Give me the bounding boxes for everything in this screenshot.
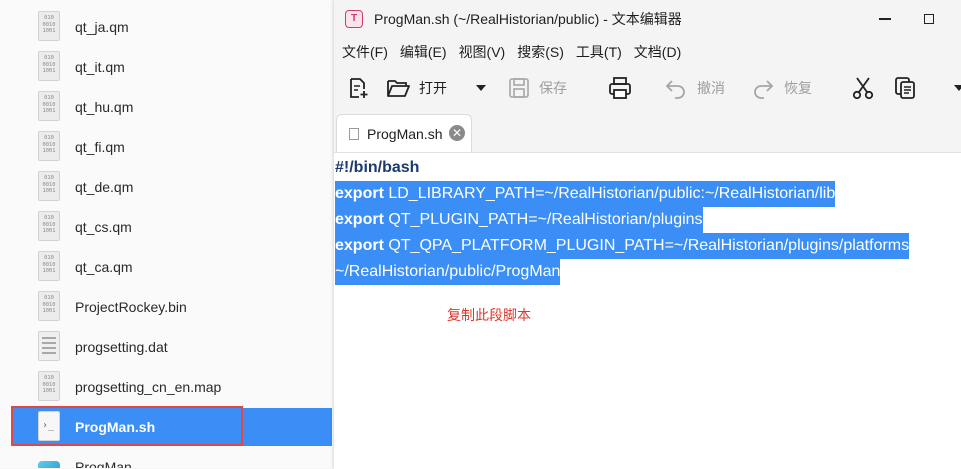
save-label: 保存	[539, 80, 567, 96]
file-name: qt_cs.qm	[75, 219, 132, 235]
dropdown-arrow-icon	[476, 85, 486, 91]
print-button[interactable]	[608, 74, 632, 102]
file-name: qt_de.qm	[75, 179, 134, 195]
copy-icon	[895, 77, 915, 99]
file-item-projectrockey-bin[interactable]: 010 0010 1001 ProjectRockey.bin	[12, 288, 332, 326]
menu-bar: 文件(F) 编辑(E) 视图(V) 搜索(S) 工具(T) 文档(D)	[334, 38, 961, 66]
menu-edit[interactable]: 编辑(E)	[396, 42, 451, 62]
undo-button[interactable]: 撤消	[664, 74, 725, 102]
binary-file-icon: 010 0010 1001	[38, 371, 60, 401]
maximize-icon	[924, 14, 934, 24]
file-item-qt-ja[interactable]: 010 0010 1001 qt_ja.qm	[12, 8, 332, 46]
code-text: ~/RealHistorian/public/ProgMan	[335, 263, 561, 280]
minimize-button[interactable]	[865, 0, 905, 38]
new-document-button[interactable]	[346, 74, 370, 102]
file-name: qt_it.qm	[75, 59, 125, 75]
dropdown-arrow-icon	[954, 85, 961, 91]
code-text: QT_PLUGIN_PATH=~/RealHistorian/plugins	[383, 211, 703, 228]
title-bar[interactable]: T ProgMan.sh (~/RealHistorian/public) - …	[334, 0, 961, 38]
code-line-5: ~/RealHistorian/public/ProgMan	[335, 259, 561, 285]
text-editor-app-icon: T	[345, 10, 363, 28]
file-name: ProgMan	[75, 459, 132, 468]
file-name: progsetting.dat	[75, 339, 168, 355]
minimize-icon	[879, 18, 891, 20]
save-icon	[509, 78, 529, 98]
file-name: progsetting_cn_en.map	[75, 379, 222, 395]
undo-label: 撤消	[697, 80, 725, 96]
file-name: qt_ca.qm	[75, 259, 133, 275]
file-name: qt_hu.qm	[75, 99, 134, 115]
binary-file-icon: 010 0010 1001	[38, 131, 60, 161]
file-name: ProgMan.sh	[75, 419, 156, 435]
file-name: qt_fi.qm	[75, 139, 125, 155]
overflow-menu-button[interactable]	[954, 74, 961, 102]
code-line-4: export QT_QPA_PLATFORM_PLUGIN_PATH=~/Rea…	[335, 233, 910, 259]
redo-button[interactable]: 恢复	[751, 74, 812, 102]
file-item-qt-cs[interactable]: 010 0010 1001 qt_cs.qm	[12, 208, 332, 246]
file-item-progman-sh[interactable]: ProgMan.sh	[12, 408, 332, 446]
application-icon	[38, 461, 60, 468]
tab-bar: ProgMan.sh ✕	[334, 110, 961, 153]
file-item-progsetting-map[interactable]: 010 0010 1001 progsetting_cn_en.map	[12, 368, 332, 406]
binary-file-icon: 010 0010 1001	[38, 11, 60, 41]
redo-icon	[754, 80, 774, 99]
menu-view[interactable]: 视图(V)	[455, 42, 510, 62]
close-tab-icon[interactable]: ✕	[449, 125, 465, 141]
redo-label: 恢复	[784, 80, 812, 96]
code-text: QT_QPA_PLATFORM_PLUGIN_PATH=~/RealHistor…	[383, 237, 910, 254]
file-item-qt-hu[interactable]: 010 0010 1001 qt_hu.qm	[12, 88, 332, 126]
annotation-note: 复制此段脚本	[447, 307, 531, 323]
binary-file-icon: 010 0010 1001	[38, 91, 60, 121]
file-item-qt-it[interactable]: 010 0010 1001 qt_it.qm	[12, 48, 332, 86]
menu-file[interactable]: 文件(F)	[338, 42, 392, 62]
export-keyword: export	[335, 237, 384, 254]
binary-file-icon: 010 0010 1001	[38, 251, 60, 281]
maximize-button[interactable]	[909, 0, 949, 38]
binary-file-icon: 010 0010 1001	[38, 171, 60, 201]
tab-label: ProgMan.sh	[367, 125, 443, 142]
window-title: ProgMan.sh (~/RealHistorian/public) - 文本…	[374, 11, 682, 27]
file-item-qt-ca[interactable]: 010 0010 1001 qt_ca.qm	[12, 248, 332, 286]
folder-open-icon	[387, 80, 410, 97]
text-area[interactable]: #!/bin/bash export LD_LIBRARY_PATH=~/Rea…	[334, 153, 961, 469]
file-name: ProjectRockey.bin	[75, 299, 187, 315]
toolbar: 打开 保存 撤消 恢复	[334, 66, 961, 110]
file-name: qt_ja.qm	[75, 19, 129, 35]
code-text: LD_LIBRARY_PATH=~/RealHistorian/public:~…	[383, 185, 836, 202]
menu-tools[interactable]: 工具(T)	[572, 42, 626, 62]
binary-file-icon: 010 0010 1001	[38, 291, 60, 321]
document-icon	[349, 127, 359, 140]
shell-script-icon	[38, 411, 60, 441]
code-line-2: export LD_LIBRARY_PATH=~/RealHistorian/p…	[335, 181, 836, 207]
text-file-icon	[38, 331, 60, 361]
export-keyword: export	[335, 211, 384, 228]
menu-search[interactable]: 搜索(S)	[513, 42, 568, 62]
binary-file-icon: 010 0010 1001	[38, 51, 60, 81]
export-keyword: export	[335, 185, 384, 202]
file-item-qt-fi[interactable]: 010 0010 1001 qt_fi.qm	[12, 128, 332, 166]
scissors-icon	[852, 77, 874, 100]
file-item-progman[interactable]: ProgMan	[12, 448, 332, 468]
shebang: #!/bin/bash	[335, 159, 420, 176]
code-line-3: export QT_PLUGIN_PATH=~/RealHistorian/pl…	[335, 207, 703, 233]
menu-documents[interactable]: 文档(D)	[630, 42, 685, 62]
tab-progman-sh[interactable]: ProgMan.sh ✕	[336, 114, 472, 152]
save-button[interactable]: 保存	[508, 74, 567, 102]
copy-button[interactable]	[894, 74, 916, 102]
undo-icon	[665, 80, 685, 99]
text-editor-window: T ProgMan.sh (~/RealHistorian/public) - …	[334, 0, 961, 469]
file-item-qt-de[interactable]: 010 0010 1001 qt_de.qm	[12, 168, 332, 206]
binary-file-icon: 010 0010 1001	[38, 211, 60, 241]
new-document-icon	[350, 78, 368, 98]
printer-icon	[609, 77, 631, 99]
file-item-progsetting-dat[interactable]: progsetting.dat	[12, 328, 332, 366]
open-recent-dropdown[interactable]	[475, 74, 487, 102]
file-manager-pane: 010 0010 1001 qt_ja.qm 010 0010 1001 qt_it.q…	[0, 0, 335, 468]
code-line-1: #!/bin/bash	[335, 155, 419, 181]
open-button[interactable]: 打开	[386, 74, 447, 102]
cut-button[interactable]	[852, 74, 874, 102]
open-label: 打开	[419, 80, 447, 96]
